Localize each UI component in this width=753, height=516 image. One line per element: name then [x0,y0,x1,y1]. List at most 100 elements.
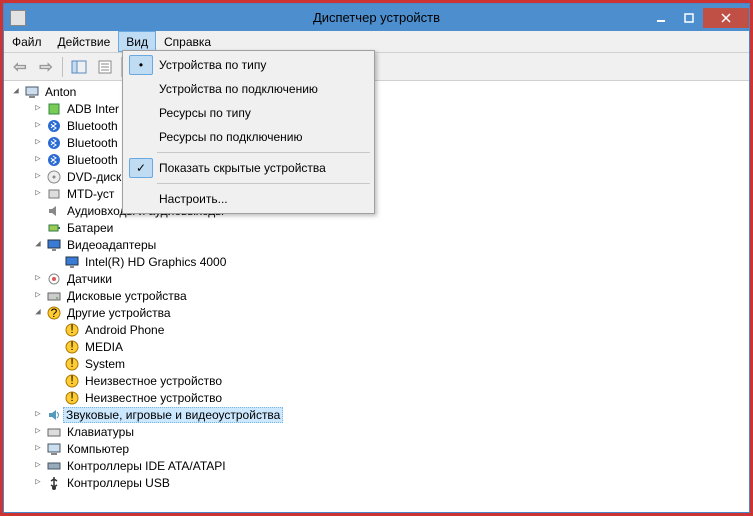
maximize-button[interactable] [675,8,703,28]
tree-node[interactable]: ▷Контроллеры USB [4,474,749,491]
tree-node[interactable]: ▷ Датчики [4,270,749,287]
menu-item[interactable]: ✓Показать скрытые устройства [125,156,372,180]
sound-icon [46,407,62,423]
display-icon [46,237,62,253]
expander-icon [50,324,62,336]
svg-text:!: ! [70,390,73,404]
tree-node[interactable]: ▷Компьютер [4,440,749,457]
tree-node[interactable]: ▷Контроллеры IDE ATA/ATAPI [4,457,749,474]
tree-node[interactable]: Батареи [4,219,749,236]
node-label: Неизвестное устройство [84,374,223,388]
menu-check-spacer [129,103,153,123]
tree-node[interactable]: ! MEDIA [4,338,749,355]
node-label: MEDIA [84,340,124,354]
expander-icon[interactable]: ▷ [32,426,44,438]
expander-icon[interactable]: ◢ [32,307,44,319]
warn-icon: ! [64,339,80,355]
node-label: Датчики [66,272,113,286]
expander-icon[interactable]: ▷ [32,443,44,455]
expander-icon[interactable]: ▷ [32,154,44,166]
tree-node[interactable]: ▷Bluetooth [4,151,749,168]
menu-item[interactable]: Устройства по подключению [125,77,372,101]
sensor-icon [46,271,62,287]
expander-icon [50,256,62,268]
audio-icon [46,203,62,219]
svg-text:!: ! [70,373,73,387]
tree-node[interactable]: ▷ Дисковые устройства [4,287,749,304]
nav-forward-button[interactable]: ⇨ [34,55,58,79]
menu-help[interactable]: Справка [156,31,219,52]
tree-node[interactable]: Intel(R) HD Graphics 4000 [4,253,749,270]
node-label: Дисковые устройства [66,289,188,303]
tree-node[interactable]: Аудиовходы и аудиовыходы [4,202,749,219]
toolbar-separator [62,57,63,77]
expander-icon [50,358,62,370]
menu-item[interactable]: Ресурсы по типу [125,101,372,125]
device-tree[interactable]: ◢Anton▷ADB Inter▷Bluetooth▷Bluetooth▷Blu… [4,81,749,512]
tree-node[interactable]: ▷Звуковые, игровые и видеоустройства [4,406,749,423]
svg-text:!: ! [70,356,73,370]
tree-node[interactable]: !Android Phone [4,321,749,338]
expander-icon[interactable]: ▷ [32,477,44,489]
menu-item[interactable]: •Устройства по типу [125,53,372,77]
menu-view[interactable]: Вид [118,31,156,52]
expander-icon[interactable]: ▷ [32,409,44,421]
expander-icon[interactable]: ▷ [32,120,44,132]
node-label: DVD-диск [66,170,122,184]
tree-node[interactable]: ▷ DVD-диск [4,168,749,185]
tree-node[interactable]: ◢?Другие устройства [4,304,749,321]
expander-icon[interactable]: ▷ [32,188,44,200]
expander-icon [32,205,44,217]
properties-button[interactable] [93,55,117,79]
menu-item[interactable]: Ресурсы по подключению [125,125,372,149]
expander-icon[interactable]: ◢ [10,86,22,98]
expander-icon [50,341,62,353]
mtd-icon [46,186,62,202]
minimize-button[interactable] [647,8,675,28]
warn-icon: ! [64,322,80,338]
menu-item-label: Ресурсы по подключению [159,130,302,144]
menubar: Файл Действие Вид Справка [4,31,749,53]
tree-node[interactable]: ▷Bluetooth [4,117,749,134]
menu-item-label: Настроить... [159,192,228,206]
menu-item-label: Устройства по типу [159,58,266,72]
menu-action[interactable]: Действие [50,31,119,52]
expander-icon[interactable]: ▷ [32,137,44,149]
show-hide-tree-button[interactable] [67,55,91,79]
expander-icon[interactable]: ▷ [32,171,44,183]
disk-icon [46,288,62,304]
expander-icon[interactable]: ▷ [32,290,44,302]
close-button[interactable] [703,8,749,28]
warn-icon: ! [64,390,80,406]
expander-icon[interactable]: ▷ [32,103,44,115]
bt-icon [46,135,62,151]
bt-icon [46,118,62,134]
menu-item[interactable]: Настроить... [125,187,372,211]
expander-icon[interactable]: ▷ [32,460,44,472]
minimize-icon [656,13,666,23]
menu-separator [157,152,370,153]
tree-node[interactable]: ▷MTD-уст [4,185,749,202]
menu-file[interactable]: Файл [4,31,50,52]
expander-icon[interactable]: ▷ [32,273,44,285]
arrow-left-icon: ⇦ [13,57,26,77]
menu-item-label: Показать скрытые устройства [159,161,326,175]
node-label: System [84,357,126,371]
tree-node[interactable]: ▷Клавиатуры [4,423,749,440]
computer-icon [24,84,40,100]
tree-node[interactable]: ▷Bluetooth [4,134,749,151]
tree-root[interactable]: ◢Anton [4,83,749,100]
tree-node[interactable]: ! Неизвестное устройство [4,372,749,389]
tree-node[interactable]: !Неизвестное устройство [4,389,749,406]
titlebar[interactable]: Диспетчер устройств [4,4,749,31]
tree-node[interactable]: ! System [4,355,749,372]
expander-icon[interactable]: ◢ [32,239,44,251]
menu-check-spacer [129,79,153,99]
nav-back-button[interactable]: ⇦ [8,55,32,79]
view-menu-dropdown: •Устройства по типу Устройства по подключ… [122,50,375,214]
menu-item-label: Устройства по подключению [159,82,318,96]
battery-icon [46,220,62,236]
tree-node[interactable]: ◢Видеоадаптеры [4,236,749,253]
tree-node[interactable]: ▷ADB Inter [4,100,749,117]
node-label: Батареи [66,221,114,235]
